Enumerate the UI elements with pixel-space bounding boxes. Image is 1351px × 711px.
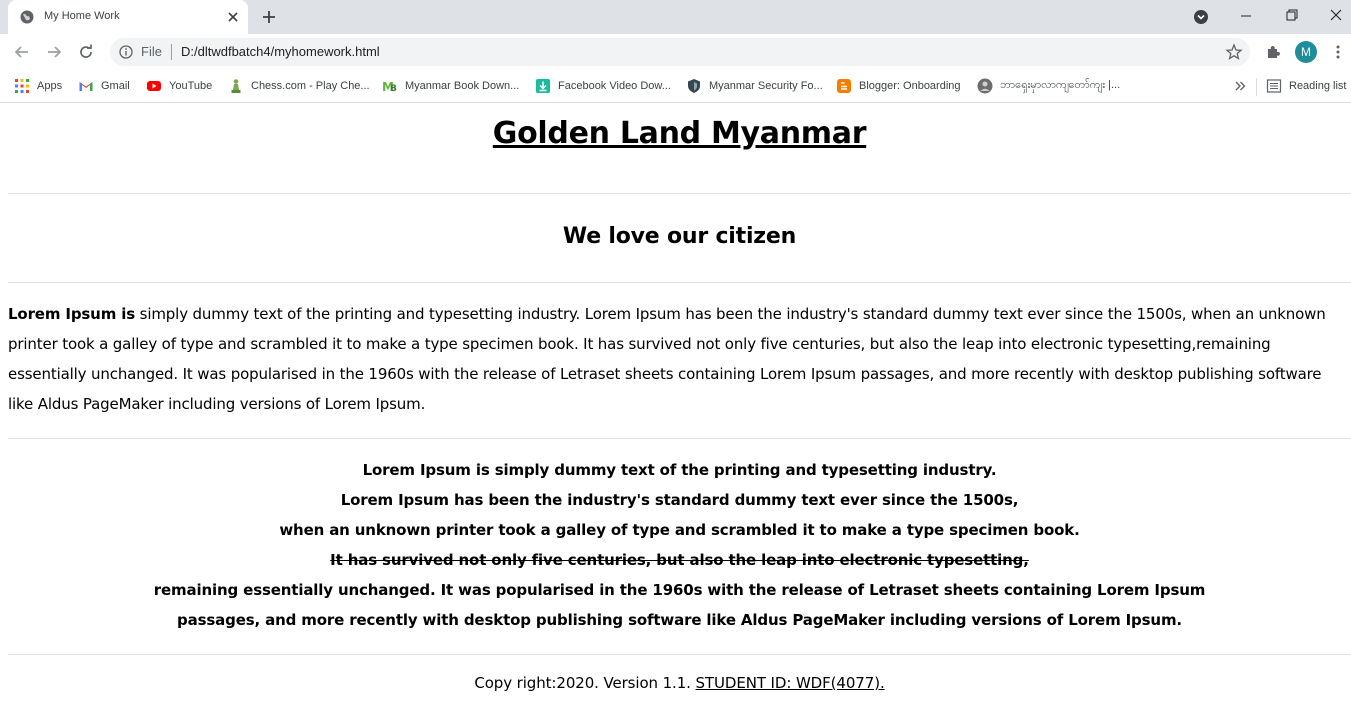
more-menu-icon[interactable]: [1330, 44, 1346, 60]
blogger-icon: [837, 79, 851, 93]
browser-toolbar: File D:/dltwdfbatch4/myhomework.html: [0, 34, 1351, 70]
bookmark-gmail[interactable]: Gmail: [78, 76, 130, 96]
new-tab-icon[interactable]: [261, 9, 277, 25]
bookmark-label: Myanmar Book Down...: [405, 80, 520, 92]
strikethrough-line: It has survived not only five centuries,…: [330, 551, 1029, 569]
student-id-link[interactable]: STUDENT ID: WDF(4077).: [696, 674, 885, 692]
divider: [8, 438, 1351, 439]
download-icon: [536, 79, 550, 93]
mb-icon: M B: [382, 80, 397, 94]
divider: [8, 654, 1351, 655]
info-icon[interactable]: [119, 45, 133, 59]
address-separator: [171, 44, 172, 60]
profile-avatar[interactable]: M: [1295, 41, 1317, 63]
address-bar[interactable]: File D:/dltwdfbatch4/myhomework.html: [110, 38, 1250, 66]
page-title: Golden Land Myanmar: [492, 116, 867, 151]
bookmark-myanmar-book[interactable]: M B Myanmar Book Down...: [382, 76, 519, 96]
apps-grid-icon: [15, 79, 29, 93]
bookmark-youtube[interactable]: YouTube: [146, 76, 212, 96]
restore-icon[interactable]: [1285, 8, 1299, 22]
youtube-icon: [147, 81, 161, 91]
reading-list-label: Reading list: [1289, 80, 1347, 92]
reload-icon[interactable]: [77, 43, 95, 61]
paragraph-bold-lead: Lorem Ipsum is: [8, 305, 136, 323]
centered-text-block: Lorem Ipsum is simply dummy text of the …: [0, 455, 1351, 635]
intro-paragraph: Lorem Ipsum is simply dummy text of the …: [8, 299, 1343, 419]
bookmark-label: Blogger: Onboarding: [859, 80, 961, 92]
bookmark-apps[interactable]: Apps: [14, 76, 62, 96]
centered-line: Lorem Ipsum is simply dummy text of the …: [362, 461, 997, 479]
chess-icon: [231, 79, 241, 93]
bookmark-label: Myanmar Security Fo...: [709, 80, 823, 92]
divider: [8, 282, 1351, 283]
shield-icon: [688, 79, 700, 93]
extensions-icon[interactable]: [1265, 43, 1282, 60]
page-content: Golden Land Myanmar We love our citizen …: [0, 104, 1351, 711]
centered-line: when an unknown printer took a galley of…: [279, 521, 1080, 539]
bookmark-blogger[interactable]: Blogger: Onboarding: [836, 76, 961, 96]
bookmark-facebook-video[interactable]: Facebook Video Dow...: [535, 76, 671, 96]
bookmarks-separator: [1256, 78, 1257, 96]
copyright-text: Copy right:2020. Version 1.1.: [474, 674, 696, 692]
centered-line: passages, and more recently with desktop…: [177, 611, 1182, 629]
minimize-icon[interactable]: [1239, 9, 1253, 23]
bookmark-label: YouTube: [169, 80, 213, 92]
bookmark-myanmar-site[interactable]: ဘာရှေးမှာလာကျတော်ကျး |...: [977, 76, 1120, 96]
url-scheme: File: [141, 44, 162, 59]
bookmark-label: Apps: [37, 80, 63, 92]
bookmark-label: ဘာရှေးမှာလာကျတော်ကျး |...: [1000, 79, 1121, 91]
url-text[interactable]: D:/dltwdfbatch4/myhomework.html: [181, 44, 380, 59]
reading-list-button[interactable]: Reading list: [1266, 76, 1346, 96]
tab-search-icon[interactable]: [1193, 9, 1209, 25]
bookmark-label: Gmail: [101, 80, 130, 92]
bookmark-label: Facebook Video Dow...: [558, 80, 671, 92]
bookmark-myanmar-security[interactable]: Myanmar Security Fo...: [686, 76, 823, 96]
bookmark-star-icon[interactable]: [1225, 43, 1243, 61]
bookmarks-bar: Apps Gmail YouTube Chess.com - Play Che.…: [0, 70, 1351, 103]
back-icon[interactable]: [13, 43, 31, 61]
gmail-icon: [79, 82, 93, 91]
bookmark-label: Chess.com - Play Che...: [251, 80, 370, 92]
tab-title: My Home Work: [44, 10, 120, 22]
centered-line: remaining essentially unchanged. It was …: [153, 581, 1206, 599]
centered-line: Lorem Ipsum has been the industry's stan…: [340, 491, 1019, 509]
globe-icon: [20, 10, 34, 24]
close-tab-icon[interactable]: [225, 9, 241, 25]
more-bookmarks-icon[interactable]: [1232, 78, 1248, 94]
window-close-icon[interactable]: [1329, 8, 1343, 22]
bookmark-chess[interactable]: Chess.com - Play Che...: [228, 76, 370, 96]
paragraph-body: simply dummy text of the printing and ty…: [8, 305, 1326, 413]
page-subtitle: We love our citizen: [562, 224, 797, 249]
active-tab[interactable]: My Home Work: [8, 0, 248, 34]
avatar-icon: [977, 78, 993, 94]
footer: Copy right:2020. Version 1.1. STUDENT ID…: [0, 674, 1351, 692]
forward-icon[interactable]: [45, 43, 63, 61]
reading-list-icon: [1266, 79, 1282, 93]
divider: [8, 193, 1351, 194]
tab-strip: My Home Work: [0, 0, 1351, 34]
svg-text:B: B: [390, 84, 397, 94]
